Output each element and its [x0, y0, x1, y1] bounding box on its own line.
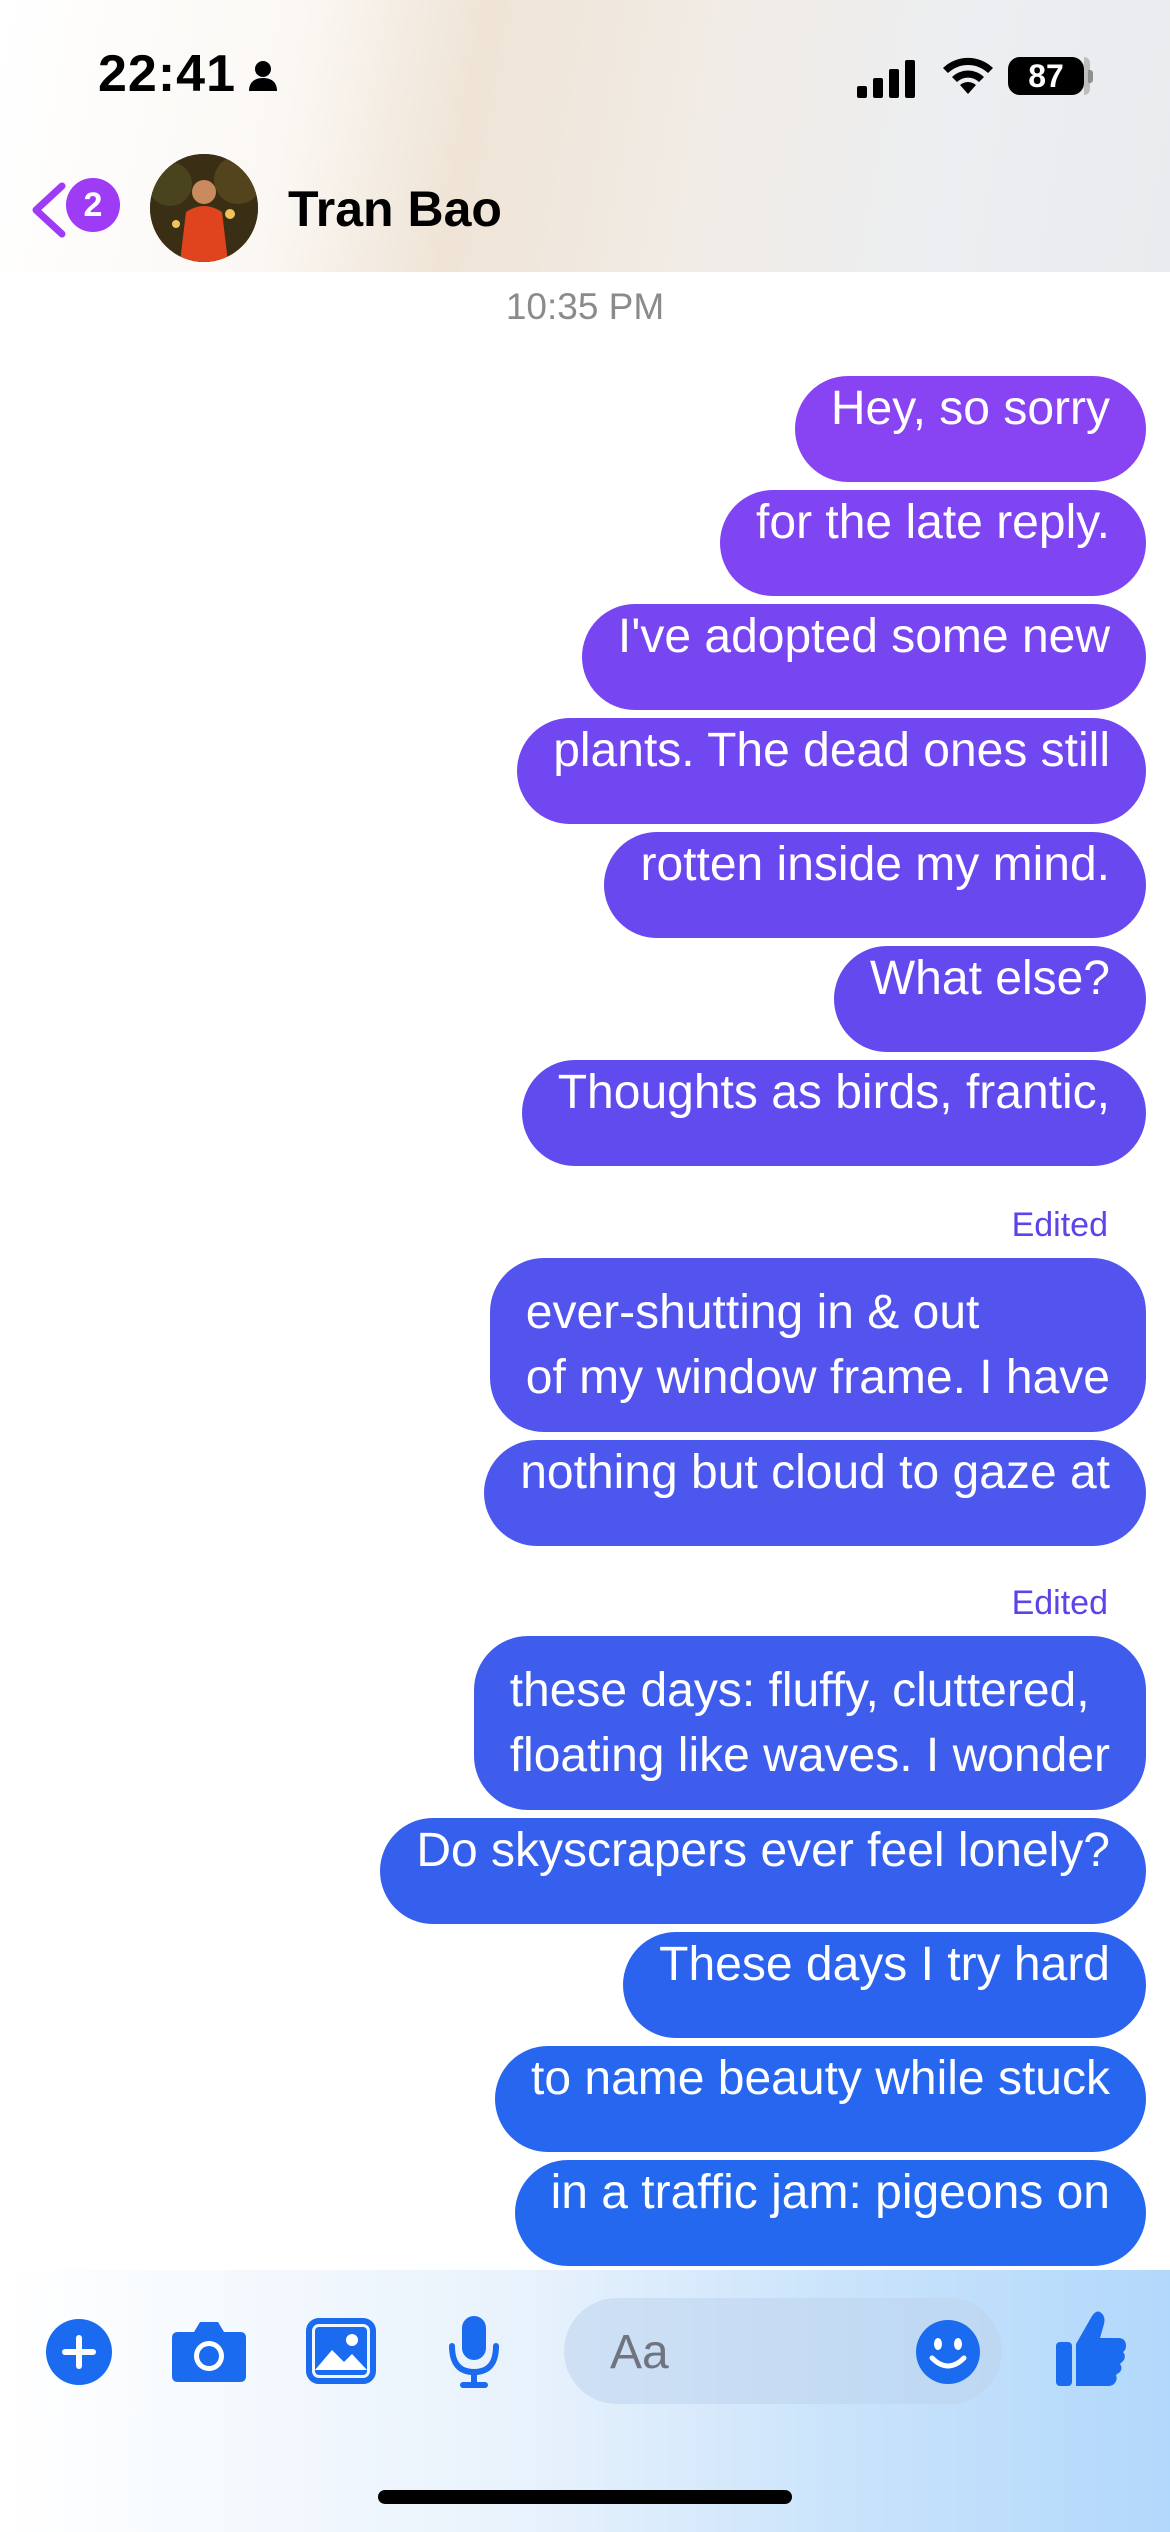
- edited-label: Edited: [1011, 1206, 1108, 1244]
- message-timestamp: 10:35 PM: [505, 286, 665, 327]
- microphone-icon[interactable]: [446, 2314, 502, 2390]
- message-bubble[interactable]: nothing but cloud to gaze at: [484, 1440, 1146, 1546]
- signal-bars-icon: [857, 60, 915, 98]
- wifi-icon: [943, 57, 993, 94]
- message-bubble[interactable]: Thoughts as birds, frantic,: [521, 1060, 1146, 1166]
- contact-name[interactable]: Tran Bao: [288, 180, 502, 238]
- message-bubble[interactable]: These days I try hard: [623, 1932, 1146, 2038]
- status-time: 22:41: [98, 45, 236, 103]
- message-bubble[interactable]: ever-shutting in & out of my window frame…: [489, 1258, 1146, 1432]
- message-bubble[interactable]: to name beauty while stuck: [495, 2046, 1146, 2152]
- avatar[interactable]: [150, 154, 258, 262]
- message-bubble[interactable]: these days: fluffy, cluttered, floating l…: [473, 1636, 1146, 1810]
- person-icon: [249, 61, 277, 91]
- message-bubble[interactable]: in a traffic jam: pigeons on: [514, 2160, 1146, 2266]
- message-bubble[interactable]: for the late reply.: [720, 490, 1146, 596]
- message-bubble[interactable]: rotten inside my mind.: [604, 832, 1146, 938]
- add-icon[interactable]: [44, 2317, 114, 2387]
- message-bubble[interactable]: I've adopted some new: [581, 604, 1146, 710]
- status-bar: 22:41 87: [0, 0, 1170, 150]
- message-bubble[interactable]: What else?: [833, 946, 1146, 1052]
- edited-label: Edited: [1011, 1584, 1108, 1622]
- battery-level: 87: [1008, 57, 1084, 95]
- camera-icon[interactable]: [170, 2318, 248, 2384]
- emoji-icon[interactable]: [914, 2318, 982, 2386]
- message-bubble[interactable]: plants. The dead ones still: [517, 718, 1146, 824]
- home-indicator[interactable]: [378, 2490, 792, 2504]
- message-bubble[interactable]: Hey, so sorry: [794, 376, 1146, 482]
- unread-count-badge[interactable]: 2: [66, 178, 120, 232]
- photo-icon[interactable]: [306, 2318, 376, 2384]
- conversation-header: 2 Tran Bao: [0, 150, 1170, 272]
- thumbs-up-icon[interactable]: [1054, 2308, 1128, 2388]
- message-input-placeholder: Aa: [610, 2326, 669, 2379]
- message-bubble[interactable]: Do skyscrapers ever feel lonely?: [380, 1818, 1146, 1924]
